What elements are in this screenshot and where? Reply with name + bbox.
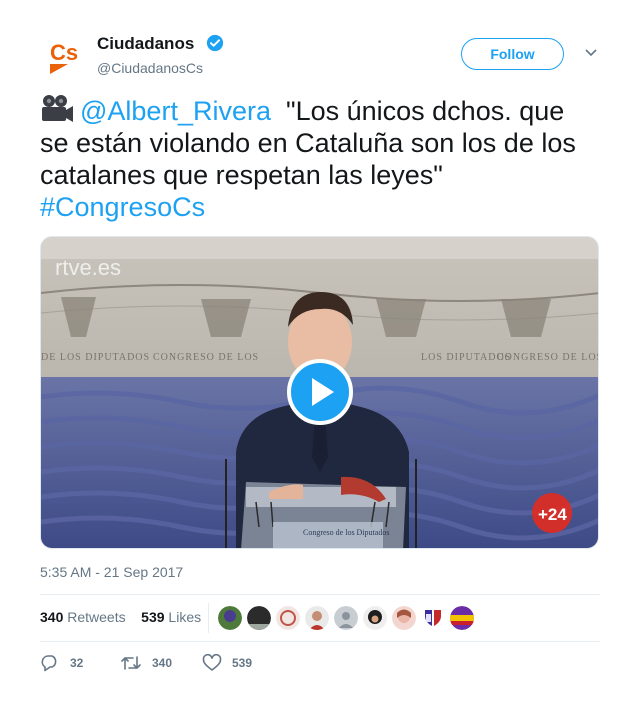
avatar[interactable] xyxy=(421,606,445,630)
wall-text-right-2: CONGRESO DE LOS xyxy=(497,352,599,363)
account-handle[interactable]: @CiudadanosCs xyxy=(97,60,203,76)
avatar[interactable] xyxy=(247,606,271,630)
podium-text: Congreso de los Diputados xyxy=(303,528,389,537)
follow-button[interactable]: Follow xyxy=(461,38,564,70)
tweet-header: Cs Ciudadanos @CiudadanosCs Follow xyxy=(40,30,600,80)
like-button[interactable]: 539 xyxy=(202,652,252,674)
avatar[interactable] xyxy=(218,606,242,630)
retweets-count[interactable]: 340 xyxy=(40,609,63,625)
divider xyxy=(40,594,600,595)
hashtag-link[interactable]: #CongresoCs xyxy=(40,192,205,222)
divider xyxy=(208,603,209,633)
tweet-timestamp[interactable]: 5:35 AM - 21 Sep 2017 xyxy=(40,564,183,580)
retweets-label[interactable]: Retweets xyxy=(67,609,125,625)
likes-count[interactable]: 539 xyxy=(141,609,164,625)
retweet-count: 340 xyxy=(152,656,173,670)
movie-camera-icon xyxy=(42,95,73,122)
avatar[interactable] xyxy=(305,606,329,630)
likes-label[interactable]: Likes xyxy=(168,609,201,625)
tweet-stats: 340 Retweets 539 Likes xyxy=(40,609,201,625)
like-count: 539 xyxy=(232,656,253,670)
verified-badge-icon xyxy=(206,34,224,52)
heart-icon xyxy=(202,654,222,671)
avatar[interactable] xyxy=(276,606,300,630)
reply-button[interactable]: 32 xyxy=(40,652,83,674)
channel-badge: +24 xyxy=(538,505,567,524)
reply-count: 32 xyxy=(70,656,84,670)
wall-text-center: CONGRESO DE LOS xyxy=(153,352,259,363)
reply-icon xyxy=(41,655,57,672)
divider xyxy=(40,641,600,642)
retweet-button[interactable]: 340 xyxy=(120,652,172,674)
avatar[interactable] xyxy=(334,606,358,630)
rtve-watermark: rtve.es xyxy=(55,255,121,280)
avatar[interactable] xyxy=(392,606,416,630)
ciudadanos-logo[interactable]: Cs xyxy=(40,32,90,82)
avatar[interactable] xyxy=(363,606,387,630)
chevron-down-icon[interactable] xyxy=(584,48,598,58)
svg-text:Cs: Cs xyxy=(50,40,78,65)
mention-link[interactable]: @Albert_Rivera xyxy=(80,96,271,126)
tweet-text: @Albert_Rivera "Los únicos dchos. que se… xyxy=(40,94,600,223)
retweet-icon xyxy=(121,656,141,670)
account-name[interactable]: Ciudadanos xyxy=(97,34,194,54)
play-button-icon[interactable] xyxy=(287,359,353,425)
video-player[interactable]: DE LOS DIPUTADOS CONGRESO DE LOS LOS DIP… xyxy=(40,236,599,549)
avatar[interactable] xyxy=(450,606,474,630)
wall-text-left: DE LOS DIPUTADOS xyxy=(41,352,150,363)
